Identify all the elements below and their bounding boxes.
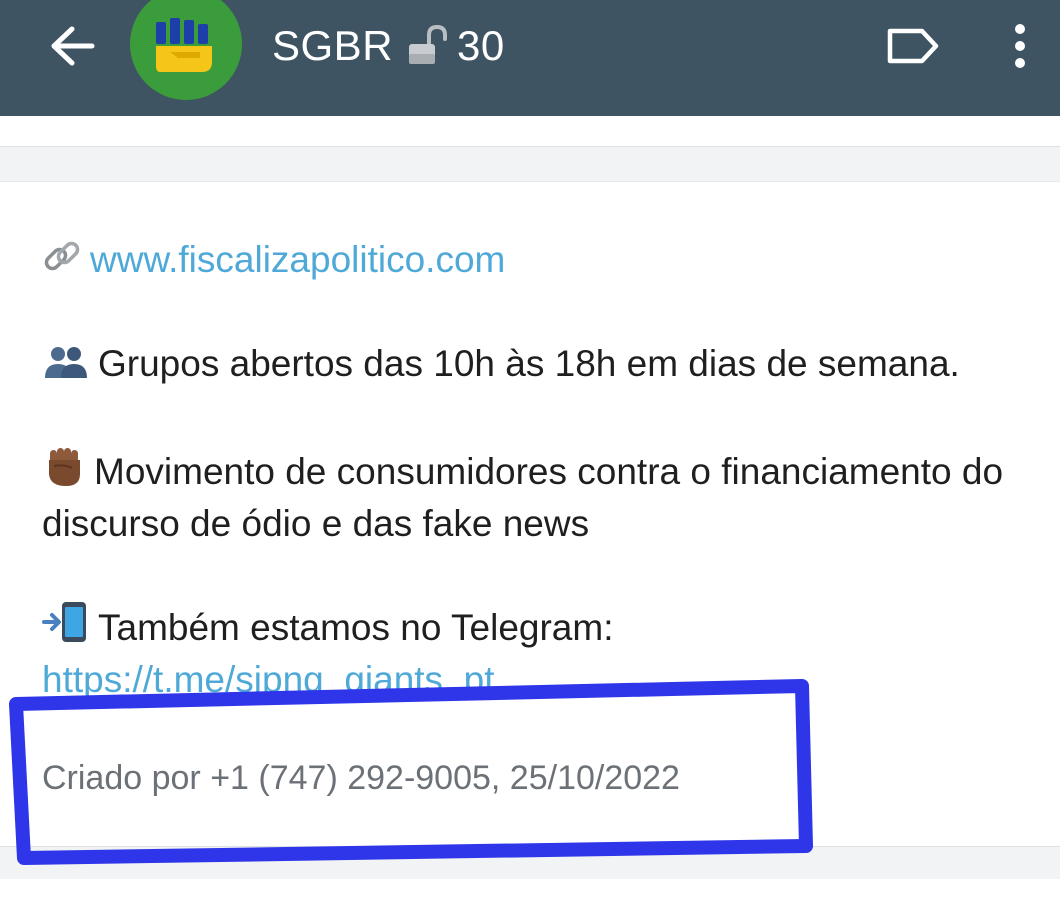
- people-icon: [42, 344, 90, 392]
- website-paragraph: www.fiscalizapolitico.com: [42, 236, 1032, 288]
- link-icon: [42, 236, 82, 288]
- schedule-paragraph: Grupos abertos das 10h às 18h em dias de…: [42, 340, 1032, 392]
- more-options-button[interactable]: [996, 18, 1044, 74]
- label-button[interactable]: [884, 22, 940, 70]
- label-tag-icon: [887, 28, 939, 64]
- group-title[interactable]: SGBR 30: [272, 20, 505, 72]
- group-description: www.fiscalizapolitico.com Grupos abertos…: [42, 236, 1032, 704]
- app-header: SGBR 30: [0, 0, 1060, 116]
- more-vertical-icon: [1015, 24, 1025, 68]
- telegram-paragraph: Também estamos no Telegram: https://t.me…: [42, 600, 1032, 704]
- telegram-text: Também estamos no Telegram:: [98, 607, 614, 648]
- movement-paragraph: Movimento de consumidores contra o finan…: [42, 444, 1032, 548]
- movement-text: Movimento de consumidores contra o finan…: [42, 451, 1004, 544]
- back-button[interactable]: [44, 20, 100, 72]
- open-lock-icon: [405, 24, 449, 68]
- section-divider: [0, 146, 1060, 182]
- group-logo-icon: [130, 0, 242, 100]
- created-by-info: Criado por +1 (747) 292-9005, 25/10/2022: [42, 759, 680, 797]
- arrow-left-icon: [51, 26, 95, 66]
- telegram-link[interactable]: https://t.me/sipng_giants_pt: [42, 659, 495, 700]
- member-count: 30: [457, 22, 505, 69]
- mobile-arrow-icon: [42, 600, 90, 656]
- schedule-text: Grupos abertos das 10h às 18h em dias de…: [98, 343, 960, 384]
- website-link[interactable]: www.fiscalizapolitico.com: [90, 239, 505, 280]
- group-avatar[interactable]: [130, 0, 242, 100]
- group-name: SGBR: [272, 22, 394, 69]
- raised-fist-icon: [42, 444, 86, 500]
- section-divider-bottom: [0, 846, 1060, 879]
